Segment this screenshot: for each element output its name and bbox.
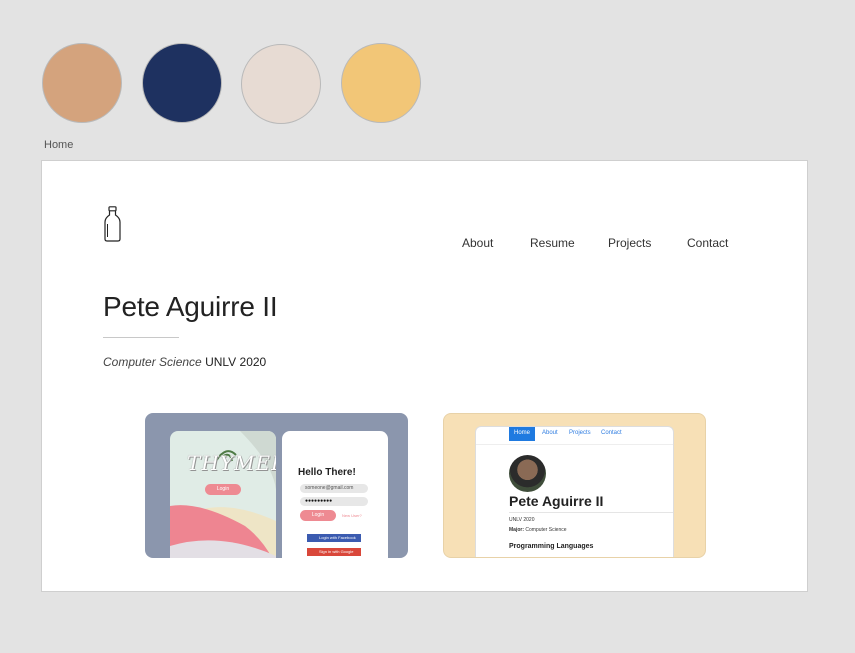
themely-new-user: New User?	[342, 513, 362, 518]
mini-nav-projects: Projects	[569, 430, 591, 436]
color-swatch-tan	[42, 43, 122, 123]
themely-google-button: Sign in with Google	[307, 548, 361, 556]
themely-login-pill: Login	[205, 484, 241, 495]
avatar	[509, 455, 546, 492]
main-nav: About Resume Projects Contact	[42, 236, 807, 256]
portfolio-section-heading: Programming Languages	[509, 543, 594, 550]
mini-nav-about: About	[542, 430, 558, 436]
portfolio-divider	[509, 512, 673, 513]
portfolio-major: Major: Computer Science	[509, 527, 567, 533]
portfolio-major-value: Computer Science	[525, 527, 567, 533]
nav-contact[interactable]: Contact	[687, 236, 728, 250]
portfolio-preview: Home About Projects Contact Pete Aguirre…	[475, 426, 674, 557]
themely-login-button: Login	[300, 510, 336, 521]
color-swatch-navy	[142, 43, 222, 123]
portfolio-school: UNLV 2020	[509, 517, 535, 523]
subtitle: Computer Science UNLV 2020	[103, 355, 266, 369]
artboard-label[interactable]: Home	[44, 139, 73, 151]
themely-facebook-button: Login with Facebook	[307, 534, 361, 542]
nav-about[interactable]: About	[462, 236, 493, 250]
major-text: Computer Science	[103, 355, 202, 369]
portfolio-mini-nav: Home About Projects Contact	[476, 427, 673, 445]
themely-hello: Hello There!	[298, 467, 356, 478]
mini-nav-home: Home	[509, 427, 536, 441]
nav-projects[interactable]: Projects	[608, 236, 651, 250]
portfolio-name: Pete Aguirre II	[509, 493, 604, 509]
school-text: UNLV 2020	[205, 355, 267, 369]
project-card-themely[interactable]: THYMELY Login Hello There! someone@gmail…	[145, 413, 408, 558]
themely-login-panel: Hello There! someone@gmail.com ●●●●●●●●●…	[282, 431, 388, 558]
color-swatch-yellow	[341, 43, 421, 123]
mini-nav-contact: Contact	[601, 430, 622, 436]
themely-email-field: someone@gmail.com	[300, 484, 368, 493]
page-title: Pete Aguirre II	[103, 291, 278, 322]
themely-splash-panel: THYMELY Login	[170, 431, 276, 558]
themely-logo-text: THYMELY	[187, 451, 276, 475]
portfolio-major-label: Major:	[509, 527, 524, 533]
artboard-home[interactable]: About Resume Projects Contact Pete Aguir…	[41, 160, 808, 592]
project-card-portfolio[interactable]: Home About Projects Contact Pete Aguirre…	[443, 413, 706, 558]
themely-password-field: ●●●●●●●●●	[300, 497, 368, 506]
color-swatch-blush	[241, 44, 321, 124]
title-divider	[103, 337, 179, 338]
nav-resume[interactable]: Resume	[530, 236, 575, 250]
